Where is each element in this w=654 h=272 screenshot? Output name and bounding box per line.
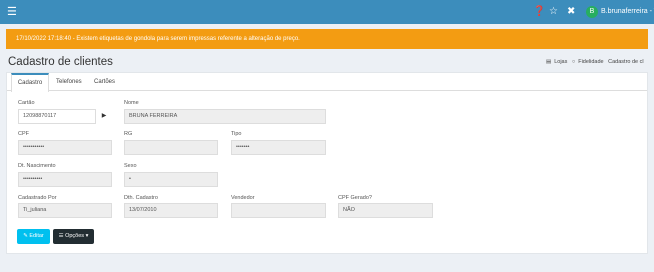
breadcrumb-fidelidade[interactable]: Fidelidade xyxy=(578,59,603,65)
top-navbar: ☰ ❓ ☆ ✖ B B.brunaferreira - T xyxy=(0,0,654,24)
store-icon: ▤ xyxy=(546,59,552,65)
sexo-label: Sexo xyxy=(124,163,137,169)
options-button[interactable]: ☰ Opções ▾ xyxy=(53,229,94,244)
page-title: Cadastro de clientes xyxy=(8,56,113,68)
tab-bar: Cadastro Telefones Cartões xyxy=(7,73,647,92)
breadcrumb: ▤ Lojas ○ Fidelidade Cadastro de cl xyxy=(546,57,647,67)
customer-form-panel: Cadastro Telefones Cartões xyxy=(6,72,648,254)
breadcrumb-current: Cadastro de cl xyxy=(608,59,644,65)
rg-label: RG xyxy=(124,131,133,137)
tab-telefones[interactable]: Telefones xyxy=(56,73,82,91)
question-circle-icon[interactable]: ❓ xyxy=(533,5,545,19)
nascimento-input[interactable]: •••••••••• xyxy=(18,172,112,187)
dth-cadastro-input[interactable]: 13/07/2010 xyxy=(124,203,218,218)
avatar[interactable]: B xyxy=(586,6,598,18)
hamburger-icon[interactable]: ☰ xyxy=(7,5,17,19)
tab-cartoes[interactable]: Cartões xyxy=(94,73,115,91)
rg-input[interactable] xyxy=(124,140,218,155)
sexo-input[interactable]: • xyxy=(124,172,218,187)
vendedor-input[interactable] xyxy=(231,203,326,218)
user-name[interactable]: B.brunaferreira - T xyxy=(601,6,654,18)
cpf-input[interactable]: ••••••••••• xyxy=(18,140,112,155)
play-icon[interactable]: ▶ xyxy=(97,109,111,124)
circle-icon: ○ xyxy=(571,59,576,65)
tipo-label: Tipo xyxy=(231,131,242,137)
nascimento-label: Dt. Nascimento xyxy=(18,163,56,169)
star-icon[interactable]: ☆ xyxy=(549,5,558,19)
cpf-gerado-label: CPF Gerado? xyxy=(338,195,372,201)
dth-cadastro-label: Dth. Cadastro xyxy=(124,195,158,201)
cartao-label: Cartão xyxy=(18,100,35,106)
vendedor-label: Vendedor xyxy=(231,195,255,201)
breadcrumb-lojas[interactable]: Lojas xyxy=(554,59,567,65)
cpf-gerado-input[interactable]: NÃO xyxy=(338,203,433,218)
cadastrado-por-label: Cadastrado Por xyxy=(18,195,57,201)
tipo-input[interactable]: ••••••• xyxy=(231,140,326,155)
tab-cadastro[interactable]: Cadastro xyxy=(11,73,49,92)
nome-label: Nome xyxy=(124,100,139,106)
price-change-alert: 17/10/2022 17:18:40 - Existem etiquetas … xyxy=(6,29,648,49)
cpf-label: CPF xyxy=(18,131,29,137)
wrench-icon[interactable]: ✖ xyxy=(567,5,575,19)
cartao-input[interactable]: 12098870117 xyxy=(18,109,96,124)
cadastrado-por-input[interactable]: Ti_juliana xyxy=(18,203,112,218)
nome-input[interactable]: BRUNA FERREIRA xyxy=(124,109,326,124)
edit-button[interactable]: ✎ Editar xyxy=(17,229,50,244)
